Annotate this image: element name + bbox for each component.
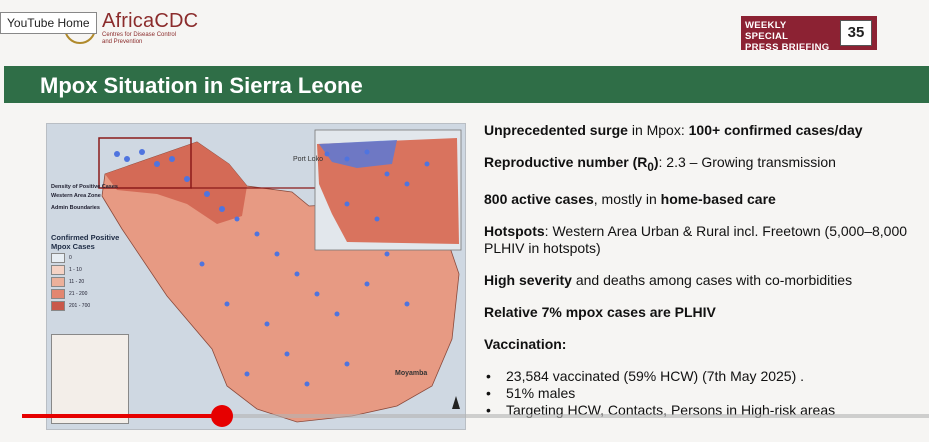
bullet-surge: Unprecedented surge in Mpox: 100+ confir… bbox=[484, 122, 914, 139]
bullet-plhiv-bold: Relative 7% mpox cases are PLHIV bbox=[484, 303, 716, 320]
slide-title: Mpox Situation in Sierra Leone bbox=[40, 73, 363, 98]
key-points: Unprecedented surge in Mpox: 100+ confir… bbox=[484, 122, 914, 419]
legend-class-label: 201 - 700 bbox=[69, 303, 91, 309]
vaccination-item: 51% males bbox=[484, 385, 914, 402]
legend-swatch bbox=[51, 289, 65, 299]
legend-class-label: 0 bbox=[69, 255, 72, 261]
briefing-number-box: 35 bbox=[835, 16, 877, 50]
bullet-hotspots-text: : Western Area Urban & Rural incl. Freet… bbox=[484, 222, 908, 256]
place-moyamba: Moyamba bbox=[395, 370, 428, 377]
press-briefing-badge: WEEKLY SPECIAL PRESS BRIEFING 35 bbox=[741, 16, 877, 53]
briefing-line-1: WEEKLY SPECIAL bbox=[745, 20, 789, 42]
legend-swatch bbox=[51, 277, 65, 287]
bullet-plhiv: Relative 7% mpox cases are PLHIV bbox=[484, 304, 914, 321]
legend-class-row: 21 - 200 bbox=[51, 289, 121, 299]
bullet-surge-text: in Mpox: bbox=[627, 122, 689, 138]
vaccination-heading: Vaccination: bbox=[484, 336, 914, 353]
legend-class-row: 1 - 10 bbox=[51, 265, 121, 275]
legend-swatch bbox=[51, 301, 65, 311]
sierra-leone-map: Port Loko Moyamba Density of Positive Ca… bbox=[46, 123, 466, 430]
bullet-severity: High severity and deaths among cases wit… bbox=[484, 272, 914, 289]
legend-swatch bbox=[51, 265, 65, 275]
bullet-r0-text: : 2.3 – Growing transmission bbox=[658, 154, 836, 170]
bullet-surge-bold: Unprecedented surge bbox=[484, 122, 628, 138]
bullet-severity-text: and deaths among cases with co-morbiditi… bbox=[571, 271, 853, 288]
video-progress-fill bbox=[22, 414, 222, 418]
org-subtitle-1: Centres for Disease Control bbox=[102, 32, 177, 38]
legend-swatch bbox=[51, 253, 65, 263]
bullet-hotspots-bold: Hotspots bbox=[484, 222, 545, 239]
bullet-severity-bold: High severity bbox=[484, 271, 572, 288]
legend-class-row: 11 - 20 bbox=[51, 277, 121, 287]
org-name: AfricaCDC bbox=[102, 10, 199, 32]
vaccination-list: 23,584 vaccinated (59% HCW) (7th May 202… bbox=[484, 368, 914, 419]
legend-zone-title: Western Area Zone bbox=[51, 193, 101, 199]
briefing-number: 35 bbox=[840, 20, 872, 46]
bullet-surge-bold2: 100+ confirmed cases/day bbox=[688, 122, 863, 138]
bullet-active-cases: 800 active cases, mostly in home-based c… bbox=[484, 191, 914, 208]
map-legend: Density of Positive Cases Western Area Z… bbox=[51, 184, 121, 311]
legend-class-row: 0 bbox=[51, 253, 121, 263]
legend-class-label: 1 - 10 bbox=[69, 267, 82, 273]
legend-class-label: 21 - 200 bbox=[69, 291, 88, 297]
briefing-line-2: PRESS BRIEFING bbox=[745, 42, 830, 53]
org-subtitle-2: and Prevention bbox=[102, 39, 143, 45]
bullet-active-text: , mostly in bbox=[593, 190, 661, 207]
title-bar: Mpox Situation in Sierra Leone bbox=[4, 66, 929, 103]
legend-class-label: 11 - 20 bbox=[69, 279, 85, 285]
bullet-active-bold: 800 active cases bbox=[484, 190, 594, 207]
bullet-reproductive: Reproductive number (R0): 2.3 – Growing … bbox=[484, 154, 914, 176]
bullet-active-bold2: home-based care bbox=[660, 190, 776, 207]
legend-admin-title: Admin Boundaries bbox=[51, 205, 100, 211]
zone-cases-table bbox=[51, 334, 129, 424]
place-port-loko: Port Loko bbox=[293, 156, 323, 163]
video-scrubber-handle[interactable] bbox=[211, 405, 233, 427]
vaccination-heading-text: Vaccination: bbox=[484, 335, 567, 352]
vaccination-item: 23,584 vaccinated (59% HCW) (7th May 202… bbox=[484, 368, 914, 385]
youtube-home-tooltip: YouTube Home bbox=[0, 12, 97, 34]
legend-classes: 0 1 - 10 11 - 20 21 - 200 201 - 700 bbox=[51, 253, 121, 311]
legend-class-row: 201 - 700 bbox=[51, 301, 121, 311]
legend-confirmed-title: Confirmed Positive Mpox Cases bbox=[51, 233, 120, 251]
briefing-label: WEEKLY SPECIAL PRESS BRIEFING bbox=[741, 16, 835, 53]
bullet-hotspots: Hotspots: Western Area Urban & Rural inc… bbox=[484, 223, 914, 257]
legend-density-title: Density of Positive Cases bbox=[51, 184, 118, 190]
slide: YouTube Home AfricaCDC Centres for Disea… bbox=[0, 0, 929, 442]
bullet-r0-bold: Reproductive number (R bbox=[484, 154, 648, 170]
